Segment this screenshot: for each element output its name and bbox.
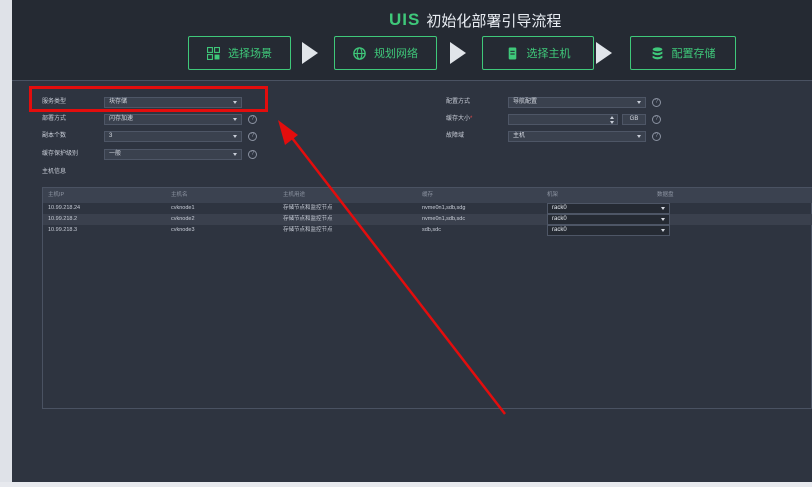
select-value: 导航配置 [513,99,538,105]
column-header-hostname: 主机名 [171,192,188,198]
chevron-down-icon [233,118,237,121]
host-ip: 10.99.218.3 [48,227,78,233]
page-title: 初始化部署引导流程 [426,12,562,30]
host-cache: nvme0n1,sdb,sdc [422,216,466,222]
column-header-cache: 缓存 [422,192,434,198]
host-usage: 存储节点和监控节点 [283,227,333,233]
select-value: 一般 [109,151,122,157]
bottom-bar [0,482,812,487]
host-name: cvknode2 [171,216,195,222]
step-label: 选择场景 [228,48,272,60]
uis-logo-mark: UIS [389,10,421,29]
select-value: rack0 [552,227,567,233]
column-header-ip: 主机IP [48,192,65,198]
column-header-usage: 主机用途 [283,192,306,198]
chevron-down-icon [661,229,665,232]
chevron-down-icon [233,153,237,156]
step-label: 选择主机 [526,48,571,60]
step-config-storage[interactable]: 配置存储 [630,36,736,70]
replica-count-label: 副本个数 [42,133,67,139]
help-icon[interactable]: ? [652,115,661,124]
column-header-rack: 机架 [547,192,559,198]
table-row[interactable]: 10.99.218.24 cvknode1 存储节点和监控节点 nvme0n1,… [43,203,812,214]
app-window: UIS 初始化部署引导流程 选择场景 规划网络 选择主机 配置存储 服务类型 块… [0,0,812,487]
config-mode-label: 配置方式 [446,99,471,105]
fault-domain-label: 故障域 [446,133,465,139]
annotation-highlight-box [29,86,268,112]
host-usage: 存储节点和监控节点 [283,216,333,222]
step-arrow-icon [596,42,612,64]
deploy-mode-label: 部署方式 [42,116,67,122]
rack-select[interactable]: rack0 [547,203,670,214]
logo: UIS 初始化部署引导流程 [389,10,562,30]
chevron-down-icon [661,218,665,221]
rack-select[interactable]: rack0 [547,214,670,225]
select-value: rack0 [552,205,567,211]
help-icon[interactable]: ? [652,98,661,107]
step-select-host[interactable]: 选择主机 [482,36,594,70]
chevron-down-icon [661,207,665,210]
step-plan-network[interactable]: 规划网络 [334,36,437,70]
replica-count-select[interactable]: 3 [104,131,242,142]
select-value: rack0 [552,216,567,222]
table-header: 主机IP 主机名 主机用途 缓存 机架 数据盘 [43,188,812,203]
step-label: 规划网络 [374,48,418,60]
config-mode-select[interactable]: 导航配置 [508,97,646,108]
cache-size-input[interactable] [508,114,618,125]
select-value: 3 [109,133,113,139]
deploy-mode-select[interactable]: 闪存加速 [104,114,242,125]
step-arrow-icon [450,42,466,64]
help-icon[interactable]: ? [248,150,257,159]
step-arrow-icon [302,42,318,64]
host-cache: nvme0n1,sdb,sdg [422,205,466,211]
table-row[interactable]: 10.99.218.2 cvknode2 存储节点和监控节点 nvme0n1,s… [43,214,812,225]
fault-domain-select[interactable]: 主机 [508,131,646,142]
stepper-icon[interactable] [610,116,615,124]
chevron-down-icon [233,135,237,138]
chevron-down-icon [637,101,641,104]
cache-size-label: 缓存大小* [446,114,472,124]
cache-size-label-text: 缓存大小 [446,116,471,122]
chevron-down-icon [637,135,641,138]
host-name: cvknode3 [171,227,195,233]
host-cache: sdb,sdc [422,227,441,233]
host-ip: 10.99.218.2 [48,216,78,222]
storage-config-panel: 服务类型 块存储 部署方式 闪存加速 ? 副本个数 3 ? 缓存保护级别 一般 … [12,80,812,482]
column-header-data-disk: 数据盘 [657,192,674,198]
network-globe-icon [353,46,366,60]
help-icon[interactable]: ? [248,132,257,141]
host-table: 主机IP 主机名 主机用途 缓存 机架 数据盘 10.99.218.24 cvk… [42,187,812,409]
table-row[interactable]: 10.99.218.3 cvknode3 存储节点和监控节点 sdb,sdc r… [43,225,812,236]
help-icon[interactable]: ? [248,115,257,124]
wizard-header: UIS 初始化部署引导流程 选择场景 规划网络 选择主机 配置存储 [12,0,812,80]
host-name: cvknode1 [171,205,195,211]
cache-protect-label: 缓存保护级别 [42,151,79,157]
help-icon[interactable]: ? [652,132,661,141]
required-mark: * [470,116,473,122]
cache-size-unit: GB [622,114,646,125]
host-info-label: 主机信息 [42,169,67,175]
step-label: 配置存储 [671,48,716,60]
host-ip: 10.99.218.24 [48,205,81,211]
scene-icon [207,46,220,60]
select-value: 主机 [513,133,526,139]
database-icon [652,46,662,59]
host-usage: 存储节点和监控节点 [283,205,333,211]
select-value: 闪存加速 [109,116,134,122]
step-select-scene[interactable]: 选择场景 [188,36,291,70]
cache-protect-select[interactable]: 一般 [104,149,242,160]
server-icon [508,47,516,59]
rack-select[interactable]: rack0 [547,225,670,236]
